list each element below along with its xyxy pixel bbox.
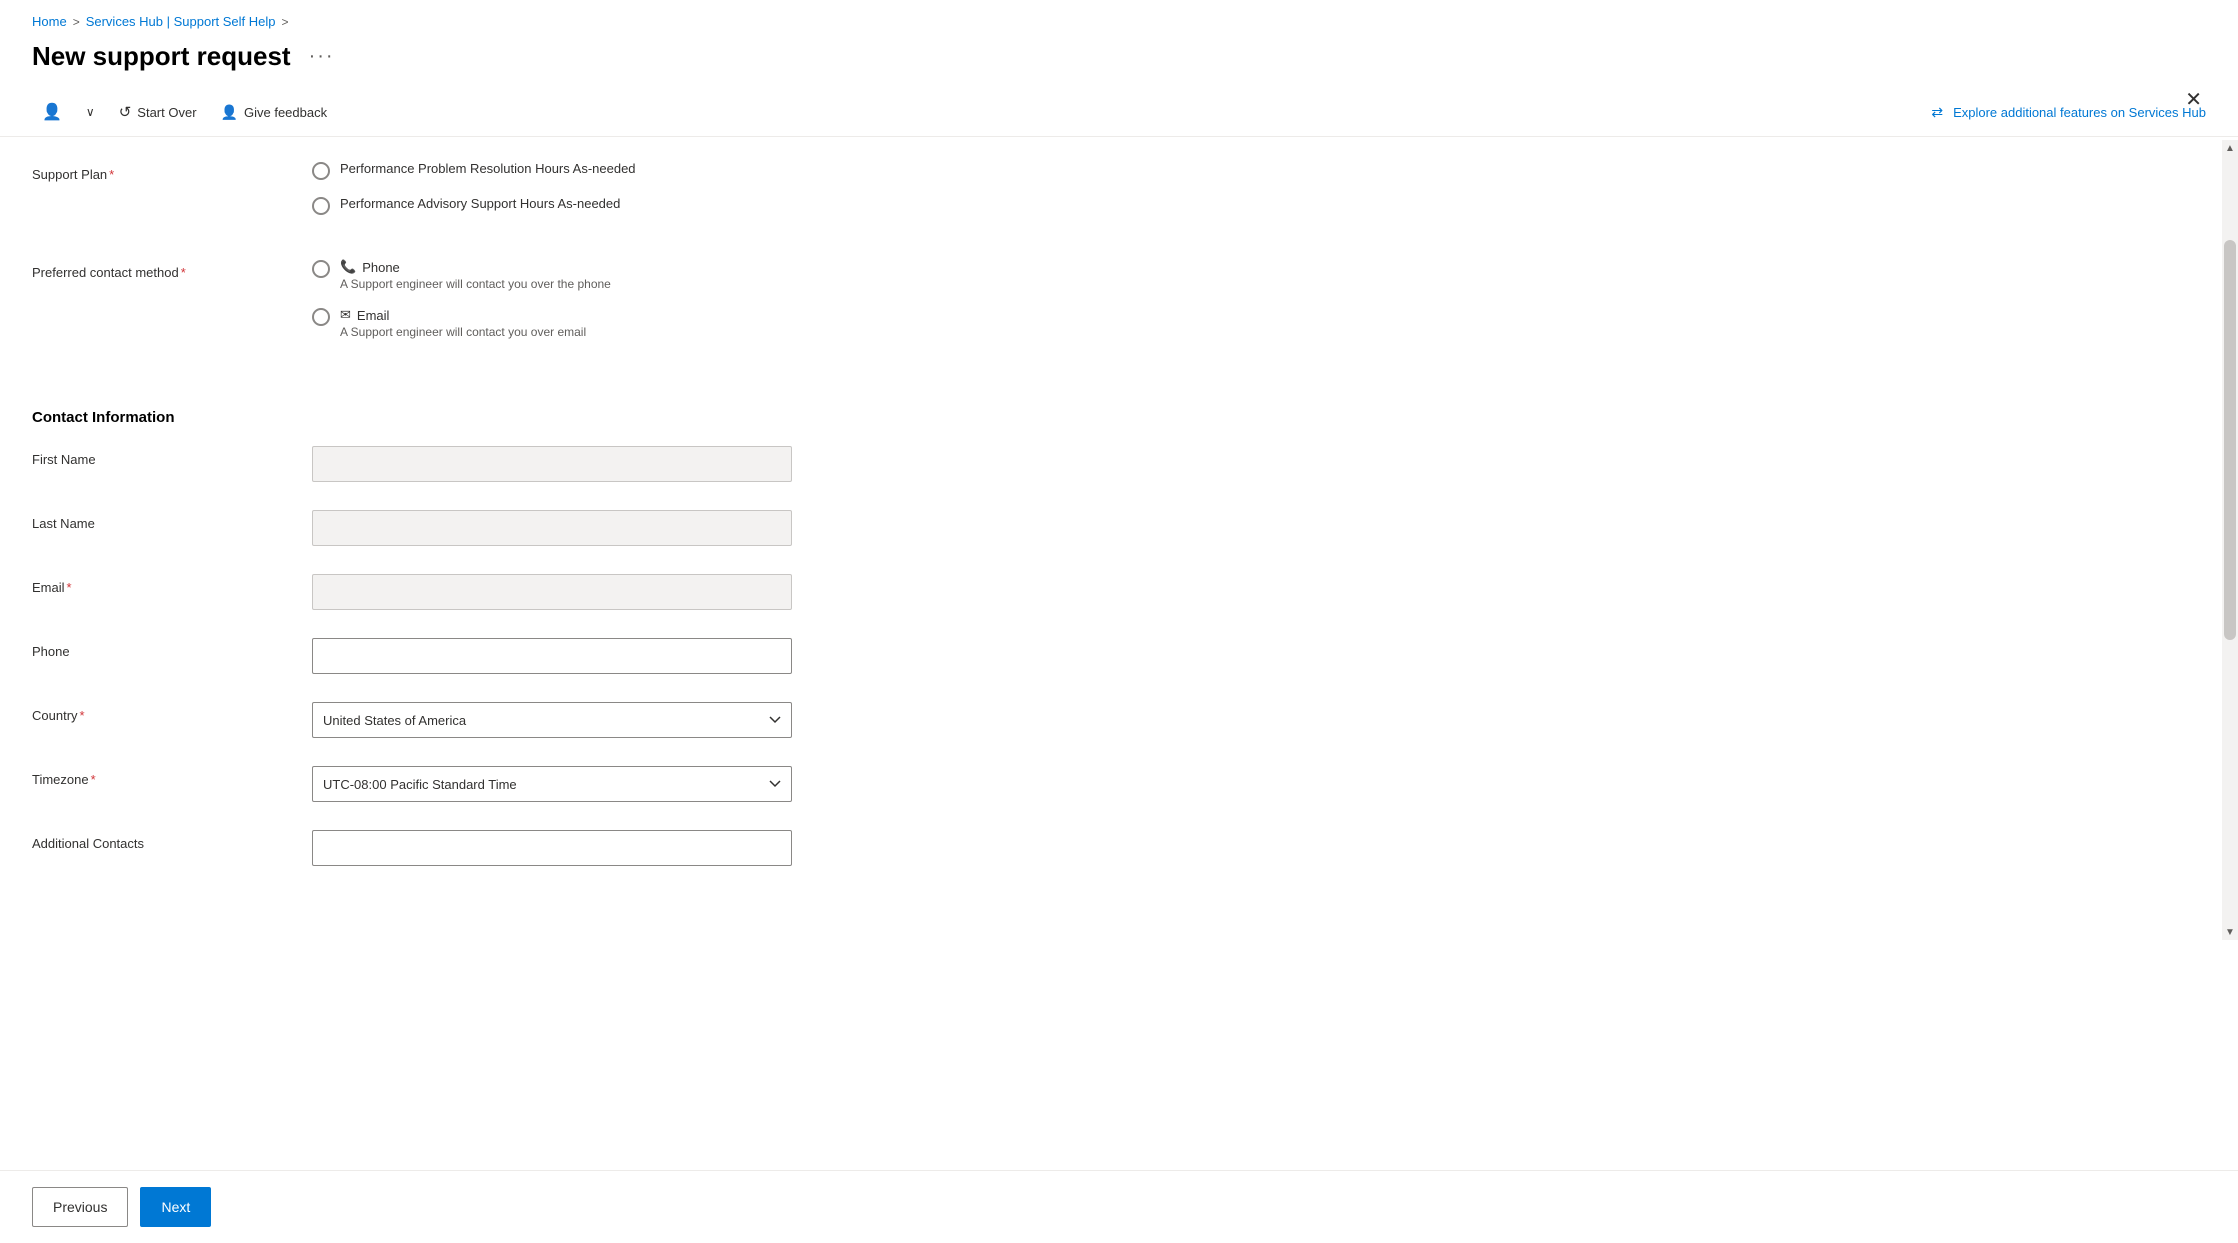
footer: Previous Next [0,1170,2238,1243]
country-select-wrapper: United States of America Canada United K… [312,702,792,738]
radio-label-phone: 📞 Phone A Support engineer will contact … [340,259,611,291]
contact-info-heading: Contact Information [32,409,1368,426]
required-star-timezone: * [91,772,96,787]
radio-title-perf-advisory: Performance Advisory Support Hours As-ne… [340,196,620,211]
additional-contacts-control [312,830,872,866]
page-title: New support request [32,41,291,72]
phone-input[interactable] [312,638,792,674]
breadcrumb-sep1: > [73,15,80,29]
country-label: Country* [32,702,312,723]
additional-contacts-row: Additional Contacts [32,830,1368,866]
scrollbar-down-arrow[interactable]: ▼ [2222,924,2238,940]
first-name-label: First Name [32,446,312,467]
country-select[interactable]: United States of America Canada United K… [312,702,792,738]
radio-label-perf-resolution: Performance Problem Resolution Hours As-… [340,161,636,176]
scrollbar-thumb[interactable] [2224,240,2236,640]
support-plan-options: Performance Problem Resolution Hours As-… [312,161,872,231]
page-more-button[interactable]: ··· [303,43,341,70]
feedback-icon: 👤 [221,104,238,121]
country-control: United States of America Canada United K… [312,702,872,738]
required-star-2: * [181,265,186,280]
radio-email[interactable] [312,308,330,326]
next-button[interactable]: Next [140,1187,211,1227]
timezone-select-wrapper: UTC-08:00 Pacific Standard Time UTC-07:0… [312,766,792,802]
chevron-button[interactable]: ∨ [76,99,105,125]
contact-method-options: 📞 Phone A Support engineer will contact … [312,259,872,355]
right-scrollbar[interactable]: ▲ ▼ [2222,140,2238,940]
email-control [312,574,872,610]
email-input[interactable] [312,574,792,610]
required-star-email: * [67,580,72,595]
email-label: Email* [32,574,312,595]
contact-method-row: Preferred contact method* 📞 Phone A Supp… [32,259,1368,355]
email-icon: ✉ [340,307,351,323]
radio-desc-phone: A Support engineer will contact you over… [340,277,611,291]
radio-title-email: ✉ Email [340,307,586,323]
give-feedback-button[interactable]: 👤 Give feedback [211,98,338,127]
timezone-select[interactable]: UTC-08:00 Pacific Standard Time UTC-07:0… [312,766,792,802]
first-name-row: First Name [32,446,1368,482]
user-button[interactable]: 👤 [32,96,72,128]
last-name-input[interactable] [312,510,792,546]
radio-perf-resolution[interactable] [312,162,330,180]
toolbar: 👤 ∨ ↺ Start Over 👤 Give feedback ⇄ Explo… [0,88,2238,137]
phone-label: Phone [32,638,312,659]
timezone-label: Timezone* [32,766,312,787]
contact-info-section [32,383,1368,389]
radio-title-perf-resolution: Performance Problem Resolution Hours As-… [340,161,636,176]
radio-desc-email: A Support engineer will contact you over… [340,325,586,339]
explore-link[interactable]: ⇄ Explore additional features on Service… [1931,104,2206,121]
contact-method-label: Preferred contact method* [32,259,312,280]
phone-control [312,638,872,674]
additional-contacts-input[interactable] [312,830,792,866]
country-row: Country* United States of America Canada… [32,702,1368,738]
contact-method-phone[interactable]: 📞 Phone A Support engineer will contact … [312,259,872,291]
support-plan-row: Support Plan* Performance Problem Resolu… [32,161,1368,231]
support-plan-label: Support Plan* [32,161,312,182]
timezone-row: Timezone* UTC-08:00 Pacific Standard Tim… [32,766,1368,802]
start-over-button[interactable]: ↺ Start Over [109,97,207,127]
first-name-control [312,446,872,482]
user-icon: 👤 [42,102,62,122]
timezone-control: UTC-08:00 Pacific Standard Time UTC-07:0… [312,766,872,802]
email-row: Email* [32,574,1368,610]
required-star-country: * [80,708,85,723]
breadcrumb-services-hub[interactable]: Services Hub | Support Self Help [86,14,276,29]
explore-label: Explore additional features on Services … [1953,105,2206,120]
give-feedback-label: Give feedback [244,105,327,120]
radio-label-perf-advisory: Performance Advisory Support Hours As-ne… [340,196,620,211]
phone-row: Phone [32,638,1368,674]
last-name-control [312,510,872,546]
radio-phone[interactable] [312,260,330,278]
chevron-down-icon: ∨ [86,105,95,119]
contact-method-email[interactable]: ✉ Email A Support engineer will contact … [312,307,872,339]
radio-perf-advisory[interactable] [312,197,330,215]
support-plan-option-2[interactable]: Performance Advisory Support Hours As-ne… [312,196,872,215]
radio-title-phone: 📞 Phone [340,259,611,275]
main-content: Support Plan* Performance Problem Resolu… [0,137,1400,918]
phone-icon: 📞 [340,259,356,275]
support-plan-option-1[interactable]: Performance Problem Resolution Hours As-… [312,161,872,180]
radio-label-email: ✉ Email A Support engineer will contact … [340,307,586,339]
last-name-label: Last Name [32,510,312,531]
first-name-input[interactable] [312,446,792,482]
breadcrumb-home[interactable]: Home [32,14,67,29]
previous-button[interactable]: Previous [32,1187,128,1227]
page-header: New support request ··· ✕ [0,37,2238,88]
scrollbar-up-arrow[interactable]: ▲ [2222,140,2238,156]
explore-icon: ⇄ [1931,104,1943,121]
toolbar-left: 👤 ∨ ↺ Start Over 👤 Give feedback [32,96,337,128]
required-star-1: * [109,167,114,182]
breadcrumb-sep2: > [282,15,289,29]
last-name-row: Last Name [32,510,1368,546]
start-over-icon: ↺ [119,103,132,121]
additional-contacts-label: Additional Contacts [32,830,312,851]
breadcrumb: Home > Services Hub | Support Self Help … [0,0,2238,37]
contact-info-spacer [32,383,312,389]
start-over-label: Start Over [137,105,196,120]
